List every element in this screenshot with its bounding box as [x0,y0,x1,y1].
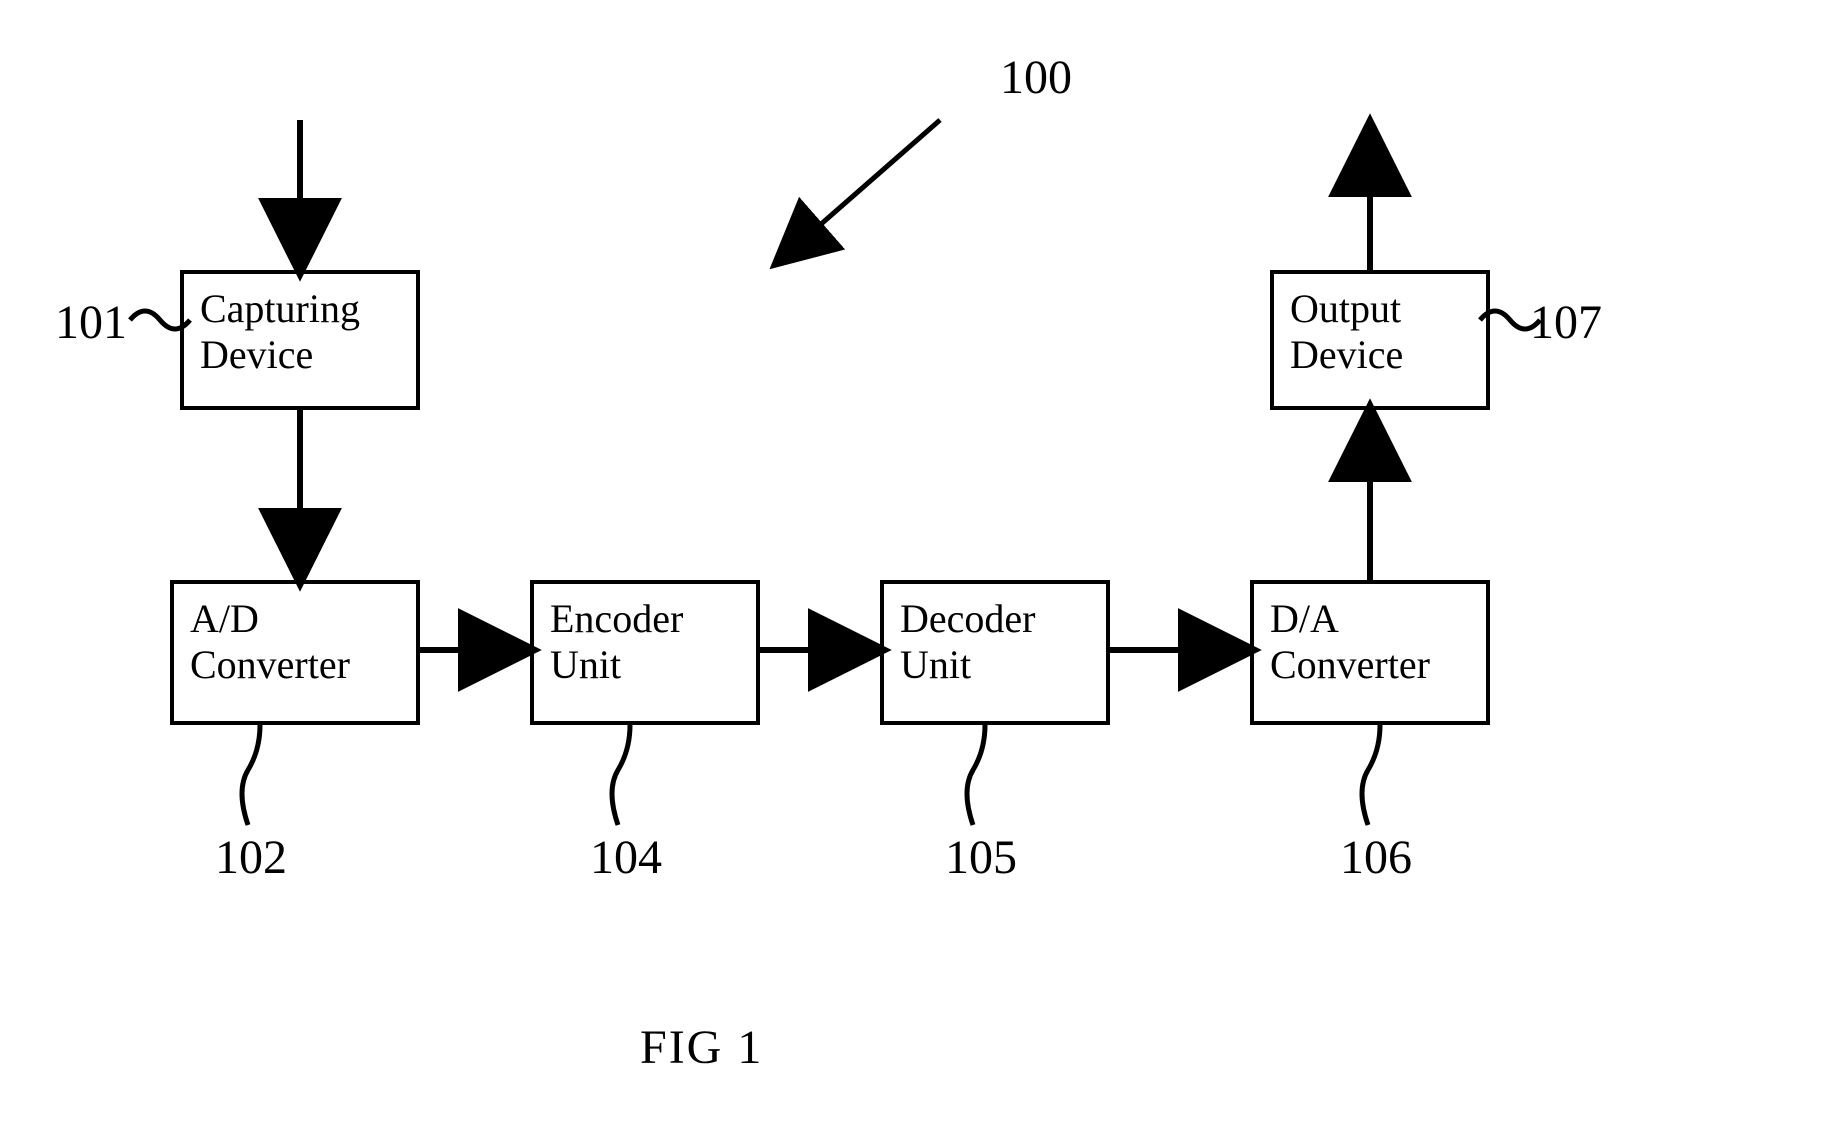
ref-104-label: 104 [590,830,662,885]
block-encoder-unit: EncoderUnit [530,580,760,725]
block-output-device: OutputDevice [1270,270,1490,410]
leader-104 [612,725,630,825]
leader-102 [242,725,260,825]
leader-105 [967,725,985,825]
block-capturing-device-label: CapturingDevice [200,286,360,377]
connector-overlay [0,0,1833,1128]
block-da-converter: D/AConverter [1250,580,1490,725]
diagram-canvas: CapturingDevice A/DConverter EncoderUnit… [0,0,1833,1128]
ref-105-label: 105 [945,830,1017,885]
leader-106 [1362,725,1380,825]
block-decoder-unit: DecoderUnit [880,580,1110,725]
leader-100 [780,120,940,260]
block-decoder-unit-label: DecoderUnit [900,596,1035,687]
ref-101-label: 101 [55,295,127,350]
block-capturing-device: CapturingDevice [180,270,420,410]
block-encoder-unit-label: EncoderUnit [550,596,683,687]
ref-102-label: 102 [215,830,287,885]
block-ad-converter: A/DConverter [170,580,420,725]
block-ad-converter-label: A/DConverter [190,596,350,687]
ref-107-label: 107 [1530,295,1602,350]
main-ref-label: 100 [1000,50,1072,105]
ref-106-label: 106 [1340,830,1412,885]
block-da-converter-label: D/AConverter [1270,596,1430,687]
figure-caption: FIG 1 [640,1020,763,1075]
block-output-device-label: OutputDevice [1290,286,1403,377]
